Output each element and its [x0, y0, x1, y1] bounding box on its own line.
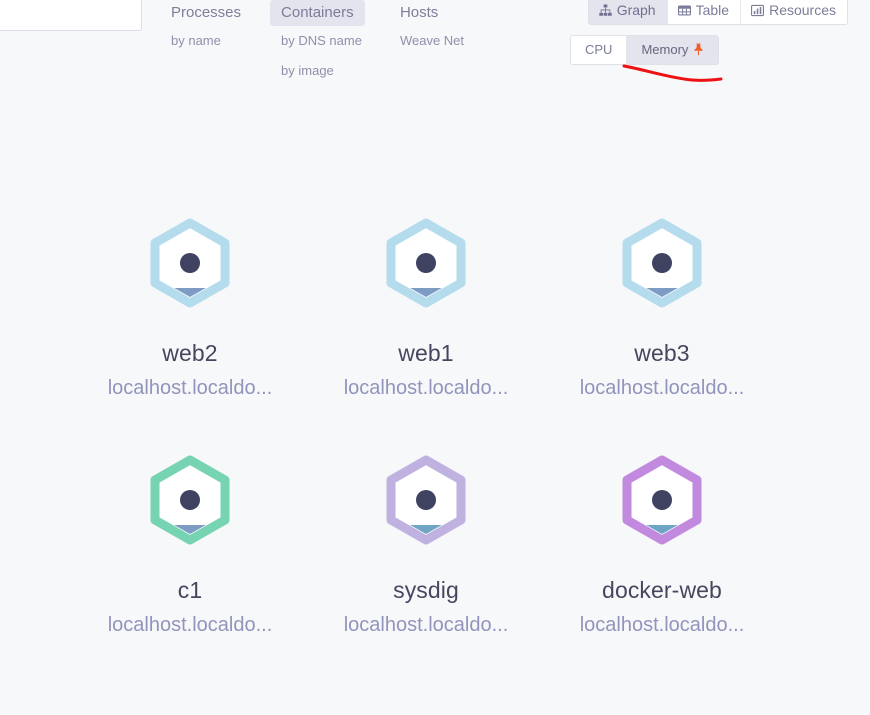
node-center-dot — [652, 253, 672, 273]
node-web3[interactable]: web3 localhost.localdo... — [544, 218, 780, 400]
node-sysdig[interactable]: sysdig localhost.localdo... — [308, 455, 544, 637]
node-center-dot — [416, 490, 436, 510]
topology-canvas[interactable]: web2 localhost.localdo... web1 localhost… — [0, 0, 870, 715]
node-center-dot — [652, 490, 672, 510]
node-center-dot — [180, 253, 200, 273]
node-shape-web2[interactable] — [140, 218, 240, 328]
node-shape-docker-web[interactable] — [612, 455, 712, 565]
node-label: web2 — [162, 340, 218, 366]
node-label: docker-web — [602, 577, 722, 603]
node-label: sysdig — [393, 577, 459, 603]
node-c1[interactable]: c1 localhost.localdo... — [72, 455, 308, 637]
node-web2[interactable]: web2 localhost.localdo... — [72, 218, 308, 400]
node-web1[interactable]: web1 localhost.localdo... — [308, 218, 544, 400]
node-shape-web3[interactable] — [612, 218, 712, 328]
node-center-dot — [180, 490, 200, 510]
node-shape-web1[interactable] — [376, 218, 476, 328]
node-sublabel: localhost.localdo... — [107, 377, 273, 399]
node-sublabel: localhost.localdo... — [343, 377, 509, 399]
node-sublabel: localhost.localdo... — [579, 377, 745, 399]
node-label: web3 — [634, 340, 690, 366]
node-label: c1 — [177, 577, 203, 603]
node-sublabel: localhost.localdo... — [579, 614, 745, 636]
node-shape-c1[interactable] — [140, 455, 240, 565]
node-docker-web[interactable]: docker-web localhost.localdo... — [544, 455, 780, 637]
node-shape-sysdig[interactable] — [376, 455, 476, 565]
node-sublabel: localhost.localdo... — [107, 614, 273, 636]
node-label: web1 — [398, 340, 454, 366]
node-center-dot — [416, 253, 436, 273]
node-sublabel: localhost.localdo... — [343, 614, 509, 636]
